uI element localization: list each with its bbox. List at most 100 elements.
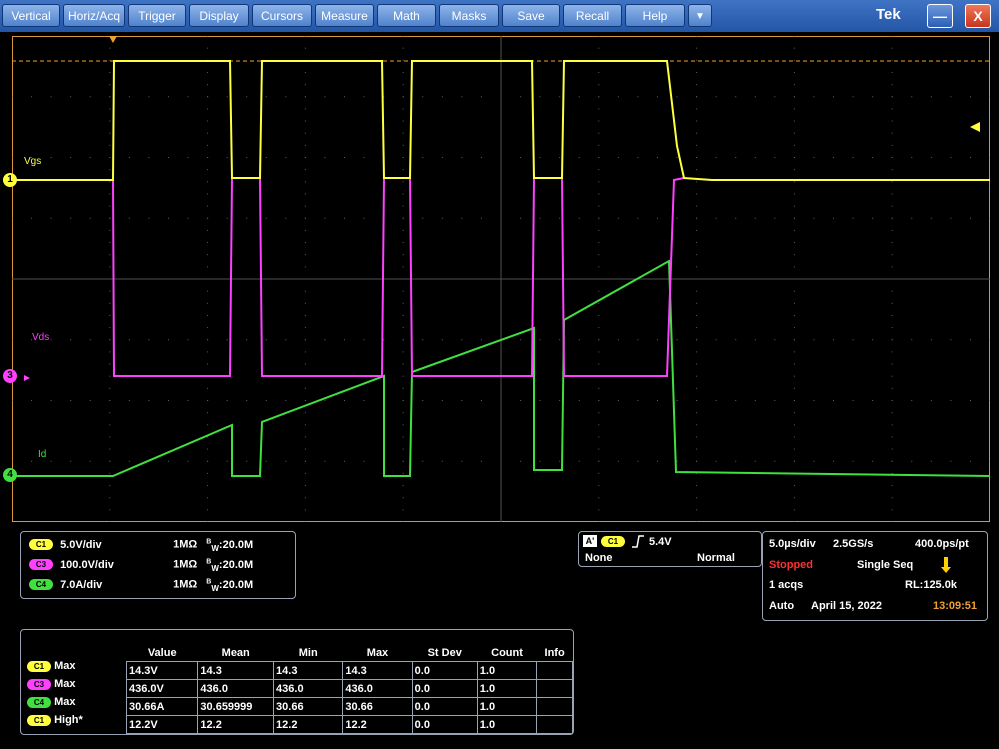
ch4-trace-label: Id: [38, 449, 46, 460]
menu-save[interactable]: Save: [502, 4, 560, 27]
measurements-panel[interactable]: C1 Max C3 Max C4 Max C1 High* Value Mean…: [20, 629, 574, 735]
cell-count: 1.0: [476, 715, 538, 734]
trigger-a-badge: A': [583, 535, 597, 547]
col-count: Count: [491, 646, 523, 659]
acq-mode: Single Seq: [857, 559, 914, 571]
ch4-marker-icon[interactable]: 4: [3, 468, 17, 482]
ch1-trace-label: Vgs: [24, 156, 41, 167]
acquisition-panel[interactable]: 5.0µs/div 2.5GS/s 400.0ps/pt Stopped Sin…: [762, 531, 988, 621]
ch3-scale: 100.0V/div: [60, 558, 114, 571]
cell-min: 30.66: [273, 697, 344, 716]
ch3-marker-icon[interactable]: 3: [3, 369, 17, 383]
cell-stdev: 0.0: [411, 715, 478, 734]
menu-help[interactable]: Help: [625, 4, 685, 27]
trigger-settings-panel[interactable]: A' C1 5.4V None Normal: [578, 531, 762, 567]
cell-value: 12.2V: [125, 715, 199, 734]
col-mean: Mean: [221, 646, 250, 659]
cell-value: 14.3V: [125, 661, 199, 680]
tek-brand: Tek: [876, 6, 901, 23]
cell-min: 436.0: [273, 679, 344, 698]
ch3-trace-label: Vds: [32, 332, 49, 343]
menu-math[interactable]: Math: [377, 4, 436, 27]
meas-header-row: Value Mean Min Max St Dev Count Info: [127, 644, 573, 662]
menu-recall[interactable]: Recall: [563, 4, 622, 27]
menu-horiz-acq[interactable]: Horiz/Acq: [63, 4, 125, 27]
menu-display[interactable]: Display: [189, 4, 249, 27]
cell-max: 12.2: [342, 715, 413, 734]
cell-info: [536, 661, 573, 680]
meas-row2-chip: C3: [27, 678, 51, 690]
menu-cursors[interactable]: Cursors: [252, 4, 312, 27]
table-row: 30.66A 30.659999 30.66 30.66 0.0 1.0: [125, 697, 573, 716]
ch1-marker-icon[interactable]: 1: [3, 173, 17, 187]
cell-info: [536, 715, 573, 734]
menu-vertical[interactable]: Vertical: [2, 4, 60, 27]
ch4-chip: C4: [29, 579, 53, 591]
acq-status-icon: [941, 557, 951, 573]
ch1-impedance: 1MΩ: [173, 538, 198, 551]
table-row: 436.0V 436.0 436.0 436.0 0.0 1.0: [125, 679, 573, 698]
trigger-level: 5.4V: [649, 536, 672, 548]
menu-trigger[interactable]: Trigger: [128, 4, 186, 27]
ch1-bandwidth: BW:20.0M: [206, 538, 254, 553]
col-value: Value: [147, 646, 177, 659]
trigger-coupling: None: [585, 552, 613, 564]
col-min: Min: [298, 646, 318, 659]
minimize-icon: —: [933, 8, 947, 24]
cell-info: [536, 697, 573, 716]
ch3-bandwidth: BW:20.0M: [206, 558, 254, 573]
cell-count: 1.0: [476, 661, 538, 680]
cell-max: 30.66: [342, 697, 413, 716]
acq-state: Stopped: [769, 559, 813, 571]
cell-mean: 30.659999: [197, 697, 275, 716]
cell-stdev: 0.0: [411, 661, 478, 680]
cell-max: 14.3: [342, 661, 413, 680]
cell-mean: 14.3: [197, 661, 275, 680]
menu-masks[interactable]: Masks: [439, 4, 499, 27]
channel-settings-panel[interactable]: C1 5.0V/div 1MΩ BW:20.0M C3 100.0V/div 1…: [20, 531, 296, 599]
cell-info: [536, 679, 573, 698]
close-icon: X: [973, 8, 983, 24]
col-max: Max: [366, 646, 389, 659]
menu-measure[interactable]: Measure: [315, 4, 374, 27]
acq-date: April 15, 2022: [811, 600, 882, 612]
ch4-impedance: 1MΩ: [173, 578, 198, 591]
cell-stdev: 0.0: [411, 697, 478, 716]
menu-dropdown-button[interactable]: ▼: [688, 4, 712, 27]
ch3-chip: C3: [29, 559, 53, 571]
menu-bar: Vertical Horiz/Acq Trigger Display Curso…: [0, 0, 999, 32]
cell-count: 1.0: [476, 697, 538, 716]
cell-max: 436.0: [342, 679, 413, 698]
readout-area: C1 5.0V/div 1MΩ BW:20.0M C3 100.0V/div 1…: [12, 525, 990, 745]
acq-count: 1 acqs: [769, 579, 804, 591]
cell-stdev: 0.0: [411, 679, 478, 698]
meas-row4-chip: C1: [27, 714, 51, 726]
minimize-button[interactable]: —: [927, 4, 953, 28]
ch1-chip: C1: [29, 539, 53, 551]
ch3-setting-row[interactable]: C3 100.0V/div 1MΩ BW:20.0M: [29, 558, 253, 573]
meas-row-label-2: C3 Max: [27, 678, 75, 690]
acq-time: 13:09:51: [933, 600, 978, 612]
measurement-table: Value Mean Min Max St Dev Count Info 14.…: [125, 644, 573, 734]
table-row: 12.2V 12.2 12.2 12.2 0.0 1.0: [125, 715, 573, 734]
sample-rate: 2.5GS/s: [833, 538, 874, 550]
timebase: 5.0µs/div: [769, 538, 816, 550]
ch1-setting-row[interactable]: C1 5.0V/div 1MΩ BW:20.0M: [29, 538, 253, 553]
resolution: 400.0ps/pt: [915, 538, 969, 550]
ch1-scale: 5.0V/div: [60, 538, 102, 551]
cell-min: 14.3: [273, 661, 344, 680]
trigger-mode: Normal: [697, 552, 735, 564]
trigger-auto-mode: Auto: [769, 600, 795, 612]
cell-count: 1.0: [476, 679, 538, 698]
meas-row-label-1: C1 Max: [27, 660, 75, 672]
cell-min: 12.2: [273, 715, 344, 734]
ch4-scale: 7.0A/div: [60, 578, 103, 591]
cell-mean: 436.0: [197, 679, 275, 698]
cell-value: 436.0V: [125, 679, 199, 698]
cell-value: 30.66A: [125, 697, 199, 716]
edge-rising-icon: [632, 535, 644, 548]
ch4-bandwidth: BW:20.0M: [206, 578, 254, 593]
close-button[interactable]: X: [965, 4, 991, 28]
ch4-setting-row[interactable]: C4 7.0A/div 1MΩ BW:20.0M: [29, 578, 253, 593]
waveform-display[interactable]: Vgs Vds Id: [12, 36, 990, 522]
